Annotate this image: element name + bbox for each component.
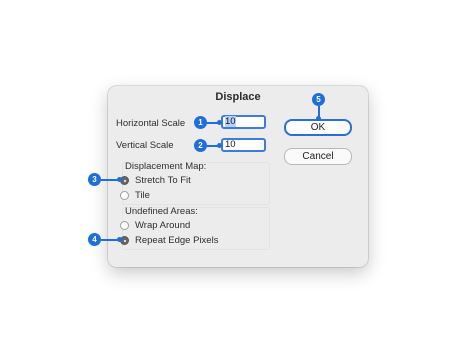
horizontal-scale-label: Horizontal Scale	[116, 118, 186, 129]
vertical-scale-value: 10	[225, 139, 236, 150]
radio-label: Tile	[135, 190, 150, 201]
callout-badge-2: 2	[194, 139, 207, 152]
undefined-areas-label: Undefined Areas:	[125, 206, 198, 217]
displacement-map-label: Displacement Map:	[125, 161, 207, 172]
callout-dot	[217, 143, 222, 148]
dialog-title: Displace	[215, 91, 261, 103]
horizontal-scale-input[interactable]: 10	[221, 115, 266, 129]
callout-badge-3: 3	[88, 173, 101, 186]
radio-button[interactable]	[120, 191, 129, 200]
callout-badge-4: 4	[88, 233, 101, 246]
vertical-scale-label: Vertical Scale	[116, 140, 174, 151]
ok-button[interactable]: OK	[284, 119, 352, 136]
radio-tile[interactable]: Tile	[120, 190, 150, 201]
radio-label: Wrap Around	[135, 220, 191, 231]
callout-dot	[117, 237, 122, 242]
radio-label: Repeat Edge Pixels	[135, 235, 219, 246]
radio-wrap-around[interactable]: Wrap Around	[120, 220, 190, 231]
cancel-button[interactable]: Cancel	[284, 148, 352, 165]
callout-dot	[316, 116, 321, 121]
horizontal-scale-value: 10	[225, 116, 236, 127]
callout-badge-5: 5	[312, 93, 325, 106]
radio-stretch-to-fit[interactable]: Stretch To Fit	[120, 175, 191, 186]
radio-button[interactable]	[120, 221, 129, 230]
radio-label: Stretch To Fit	[135, 175, 191, 186]
radio-repeat-edge-pixels[interactable]: Repeat Edge Pixels	[120, 235, 218, 246]
callout-dot	[117, 177, 122, 182]
callout-dot	[217, 120, 222, 125]
callout-badge-1: 1	[194, 116, 207, 129]
displace-dialog: Displace Horizontal Scale 10 Vertical Sc…	[108, 86, 368, 267]
vertical-scale-input[interactable]: 10	[221, 138, 266, 152]
